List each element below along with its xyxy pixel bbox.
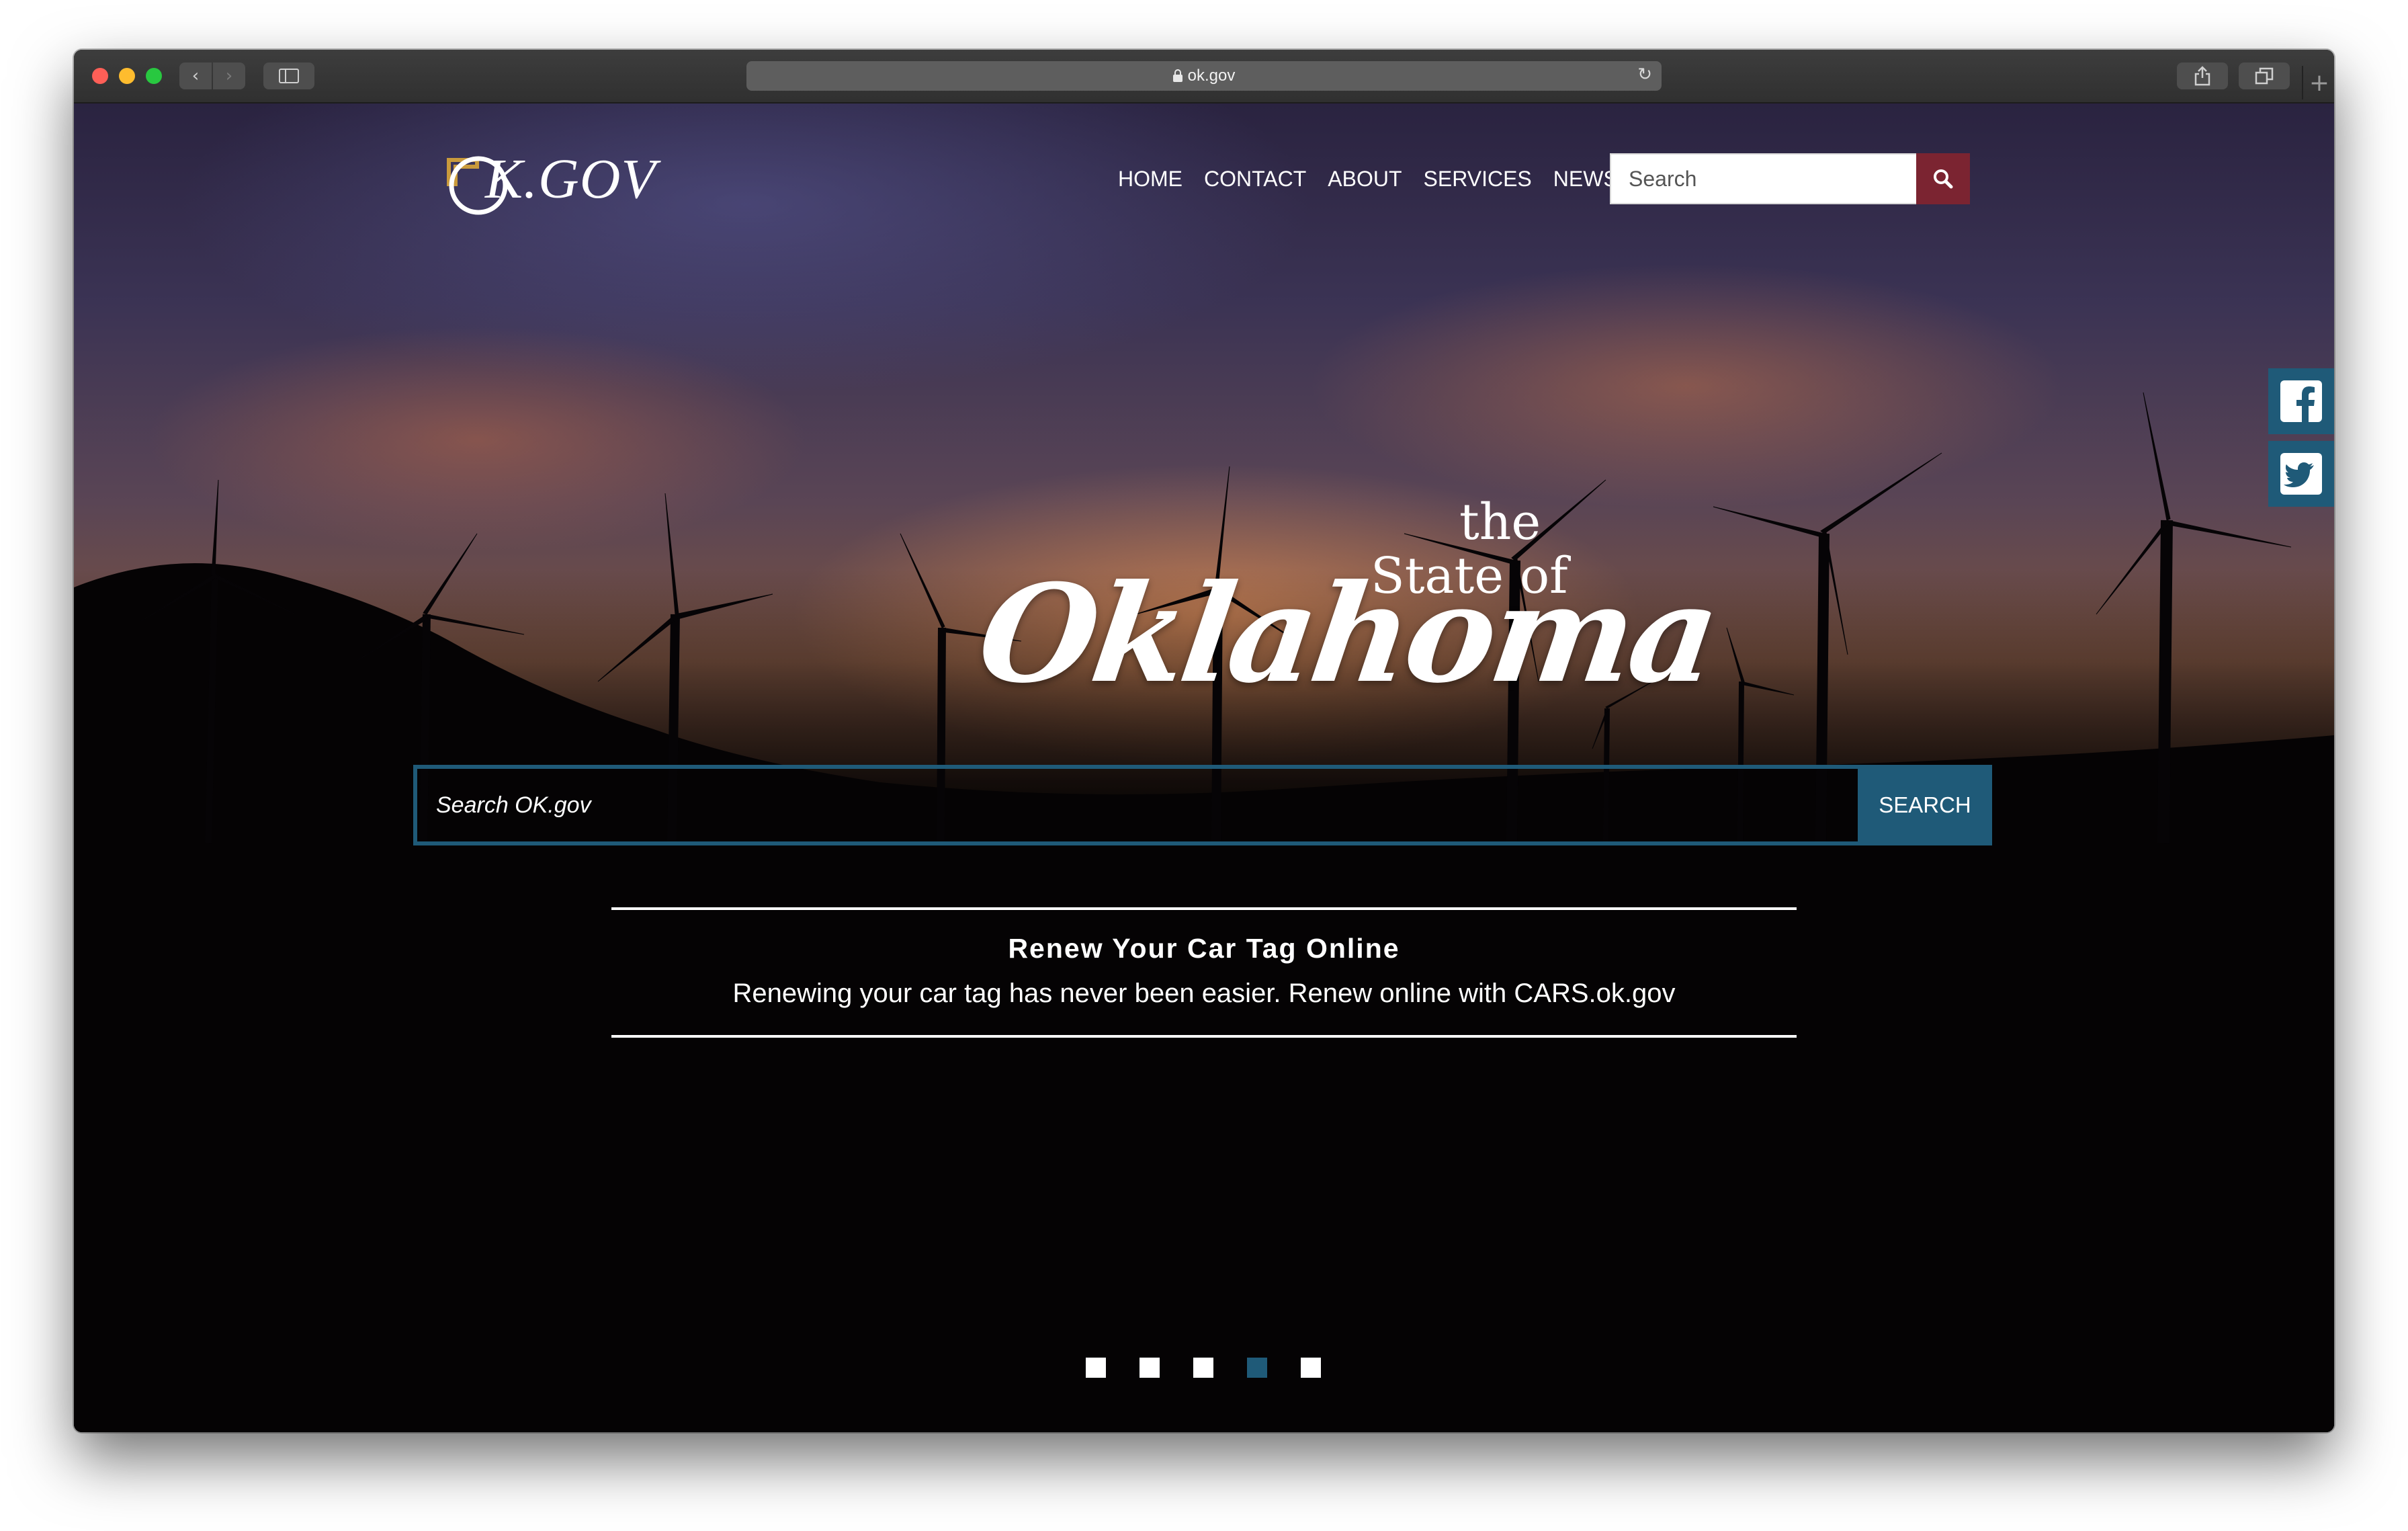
promo-divider-top: [611, 907, 1797, 910]
carousel-dot-5[interactable]: [1301, 1358, 1321, 1378]
chevron-left-icon: ‹: [191, 66, 200, 86]
carousel-dot-3[interactable]: [1193, 1358, 1213, 1378]
lock-icon: [1172, 69, 1182, 82]
main-nav: HOME CONTACT ABOUT SERVICES NEWS: [1107, 165, 1629, 192]
hero-title-oklahoma: Oklahoma: [970, 555, 1725, 713]
facebook-button[interactable]: [2268, 368, 2334, 434]
header-search-button[interactable]: [1916, 153, 1970, 204]
main-search: SEARCH: [413, 765, 1992, 845]
back-button[interactable]: ‹: [179, 63, 212, 89]
minimize-window-button[interactable]: [119, 68, 135, 84]
hero-title: the State of Oklahoma: [970, 493, 1724, 749]
show-tabs-button[interactable]: [2239, 63, 2290, 89]
facebook-icon: [2280, 380, 2322, 422]
carousel-dot-1[interactable]: [1086, 1358, 1106, 1378]
promo-text[interactable]: Renewing your car tag has never been eas…: [611, 979, 1797, 1009]
browser-toolbar: ‹ › ok.gov ↻ +: [74, 50, 2334, 104]
new-tab-button[interactable]: +: [2302, 66, 2334, 99]
nav-item-home[interactable]: HOME: [1107, 165, 1193, 192]
close-window-button[interactable]: [92, 68, 108, 84]
hero-title-line-1: the: [1459, 493, 1541, 551]
twitter-icon: [2280, 453, 2322, 495]
forward-button[interactable]: ›: [213, 63, 245, 89]
sidebar-icon: [279, 69, 299, 83]
address-bar-url: ok.gov: [1187, 67, 1236, 85]
header-search: [1610, 153, 1970, 204]
nav-item-about[interactable]: ABOUT: [1317, 165, 1412, 192]
share-button[interactable]: [2177, 63, 2228, 89]
chevron-right-icon: ›: [225, 66, 233, 86]
zoom-window-button[interactable]: [146, 68, 162, 84]
nav-item-contact[interactable]: CONTACT: [1193, 165, 1317, 192]
twitter-button[interactable]: [2268, 441, 2334, 507]
promo-title[interactable]: Renew Your Car Tag Online: [611, 933, 1797, 964]
carousel-indicators: [1086, 1358, 1321, 1378]
web-page: K.GOV HOME CONTACT ABOUT SERVICES NEWS t…: [74, 104, 2334, 1432]
header-search-input[interactable]: [1610, 153, 1916, 204]
carousel-dot-4[interactable]: [1247, 1358, 1267, 1378]
address-bar[interactable]: ok.gov ↻: [746, 61, 1662, 91]
carousel-dot-2[interactable]: [1140, 1358, 1160, 1378]
promo-divider-bottom: [611, 1035, 1797, 1038]
tabs-icon: [2255, 67, 2274, 85]
main-search-input[interactable]: [413, 765, 1858, 845]
plus-icon: +: [2309, 69, 2330, 97]
nav-item-services[interactable]: SERVICES: [1413, 165, 1543, 192]
ok-gov-logo[interactable]: K.GOV: [437, 144, 692, 218]
search-icon: [1934, 169, 1953, 189]
reload-icon[interactable]: ↻: [1637, 65, 1652, 85]
logo-text: K.GOV: [485, 148, 656, 210]
browser-window: ‹ › ok.gov ↻ + K.GOV HOME CONTACT ABOUT …: [74, 50, 2334, 1432]
sidebar-toggle-button[interactable]: [263, 63, 314, 89]
share-icon: [2194, 66, 2210, 86]
main-search-button[interactable]: SEARCH: [1858, 765, 1992, 845]
